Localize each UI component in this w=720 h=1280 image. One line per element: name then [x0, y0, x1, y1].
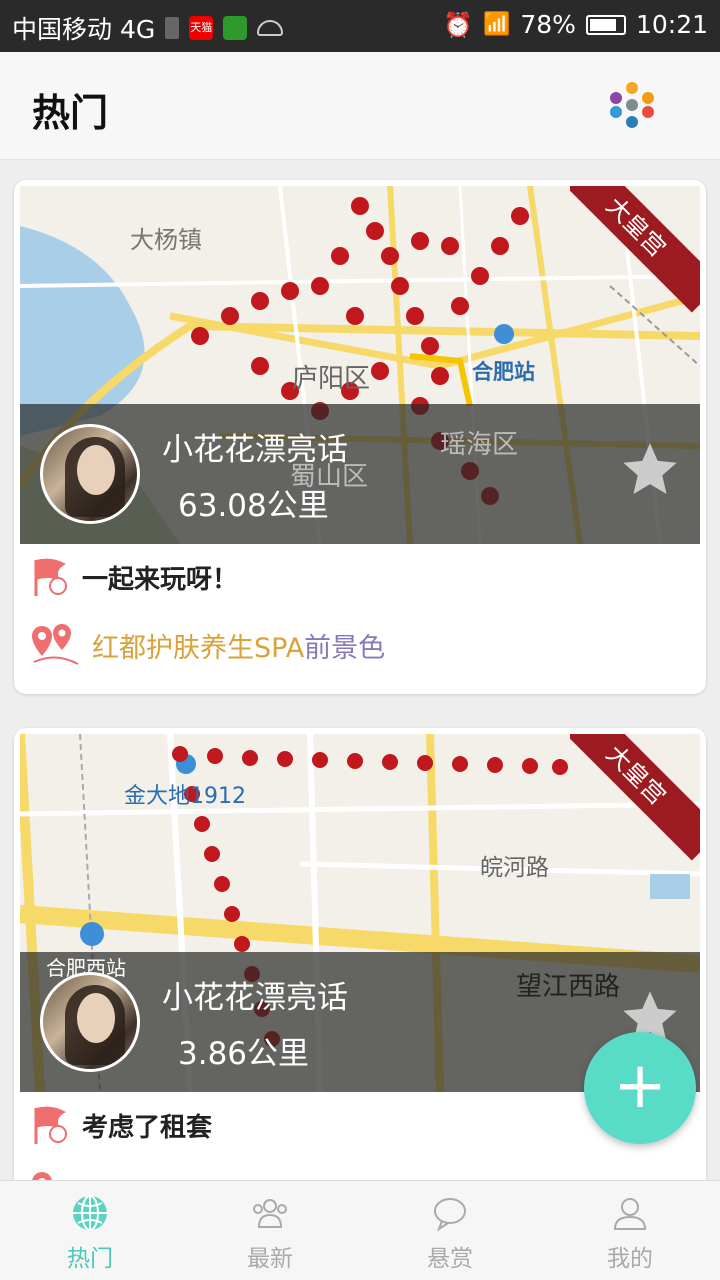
- tab-label: 最新: [247, 1246, 293, 1272]
- username[interactable]: 小花花漂亮话: [162, 972, 348, 1017]
- tab-hot[interactable]: 热门: [0, 1181, 180, 1280]
- venue-ribbon: 大皇宫: [570, 186, 700, 316]
- people-icon: [253, 1199, 287, 1228]
- location-pin-icon: [32, 624, 79, 665]
- post-feed[interactable]: 大杨镇 庐阳区 合肥站 大皇宫 瑶海区 蜀山区 小花花漂亮话 63.08公里 一…: [0, 160, 720, 1180]
- username[interactable]: 小花花漂亮话: [162, 424, 348, 469]
- tab-label: 我的: [607, 1246, 653, 1272]
- tab-latest[interactable]: 最新: [180, 1181, 360, 1280]
- map-label: 大杨镇: [130, 226, 202, 254]
- post-message: 考虑了租套: [82, 1112, 213, 1143]
- battery-text: 78%: [520, 10, 576, 39]
- chat-bubble-icon: [434, 1198, 466, 1232]
- avatar[interactable]: [40, 972, 140, 1072]
- distance: 63.08公里: [178, 488, 329, 524]
- status-bar: 中国移动 4G 天猫 ⏰ 📶 78% 10:21: [0, 0, 720, 52]
- message-row: 考虑了租套: [32, 1104, 212, 1146]
- alarm-icon: ⏰: [443, 10, 473, 39]
- star-icon[interactable]: [618, 438, 682, 502]
- map-label: 皖河路: [480, 855, 549, 881]
- map-label: 望江西路: [516, 972, 621, 1002]
- post-message: 一起来玩呀！: [82, 564, 239, 595]
- distance: 3.86公里: [178, 1036, 310, 1072]
- tab-mine[interactable]: 我的: [540, 1181, 720, 1280]
- location-extra: 前景色: [304, 632, 386, 664]
- venue-ribbon: 大皇宫: [570, 734, 700, 864]
- post-card[interactable]: 大杨镇 庐阳区 合肥站 大皇宫 瑶海区 蜀山区 小花花漂亮话 63.08公里 一…: [14, 180, 706, 694]
- avatar[interactable]: [40, 424, 140, 524]
- tab-label: 悬赏: [427, 1246, 473, 1272]
- globe-icon: [73, 1195, 107, 1231]
- location-row[interactable]: [28, 1168, 92, 1180]
- sim-icon: [165, 17, 180, 39]
- user-icon: [613, 1198, 647, 1230]
- map-label: 庐阳区: [292, 364, 371, 394]
- flag-icon: [34, 558, 67, 596]
- map-label: 合肥站: [472, 360, 535, 384]
- user-overlay: 瑶海区 蜀山区 小花花漂亮话 63.08公里: [20, 404, 700, 544]
- carrier-text: 中国移动 4G: [12, 15, 156, 44]
- app-header: 热门: [0, 52, 720, 160]
- flag-icon: [34, 1106, 67, 1144]
- tmall-icon: 天猫: [189, 16, 214, 40]
- location-pin-icon: [32, 1172, 52, 1180]
- route-map[interactable]: 大杨镇 庐阳区 合肥站 大皇宫 瑶海区 蜀山区 小花花漂亮话 63.08公里: [20, 186, 700, 544]
- location-name: 红都护肤养生SPA: [92, 632, 305, 664]
- map-label: 金大地1912: [124, 784, 246, 809]
- battery-icon: [585, 14, 626, 35]
- shield-icon: [223, 16, 248, 40]
- tab-reward[interactable]: 悬赏: [360, 1181, 540, 1280]
- message-row: 一起来玩呀！: [32, 556, 238, 598]
- location-row[interactable]: 红都护肤养生SPA前景色: [28, 622, 385, 668]
- tab-label: 热门: [67, 1246, 113, 1272]
- clock-text: 10:21: [635, 10, 708, 39]
- route-map[interactable]: 金大地1912 皖河路 大皇宫 合肥西站 望江西路 小花花漂亮话 3.86公里: [20, 734, 700, 1092]
- map-label: 瑶海区: [440, 430, 519, 460]
- colorful-dots-icon[interactable]: [610, 82, 654, 128]
- wifi-icon: 📶: [482, 12, 511, 37]
- page-title: 热门: [32, 91, 109, 135]
- bottom-tab-bar: 热门 最新 悬赏 我的: [0, 1180, 720, 1280]
- add-post-button[interactable]: +: [584, 1032, 696, 1144]
- android-icon: [257, 20, 284, 36]
